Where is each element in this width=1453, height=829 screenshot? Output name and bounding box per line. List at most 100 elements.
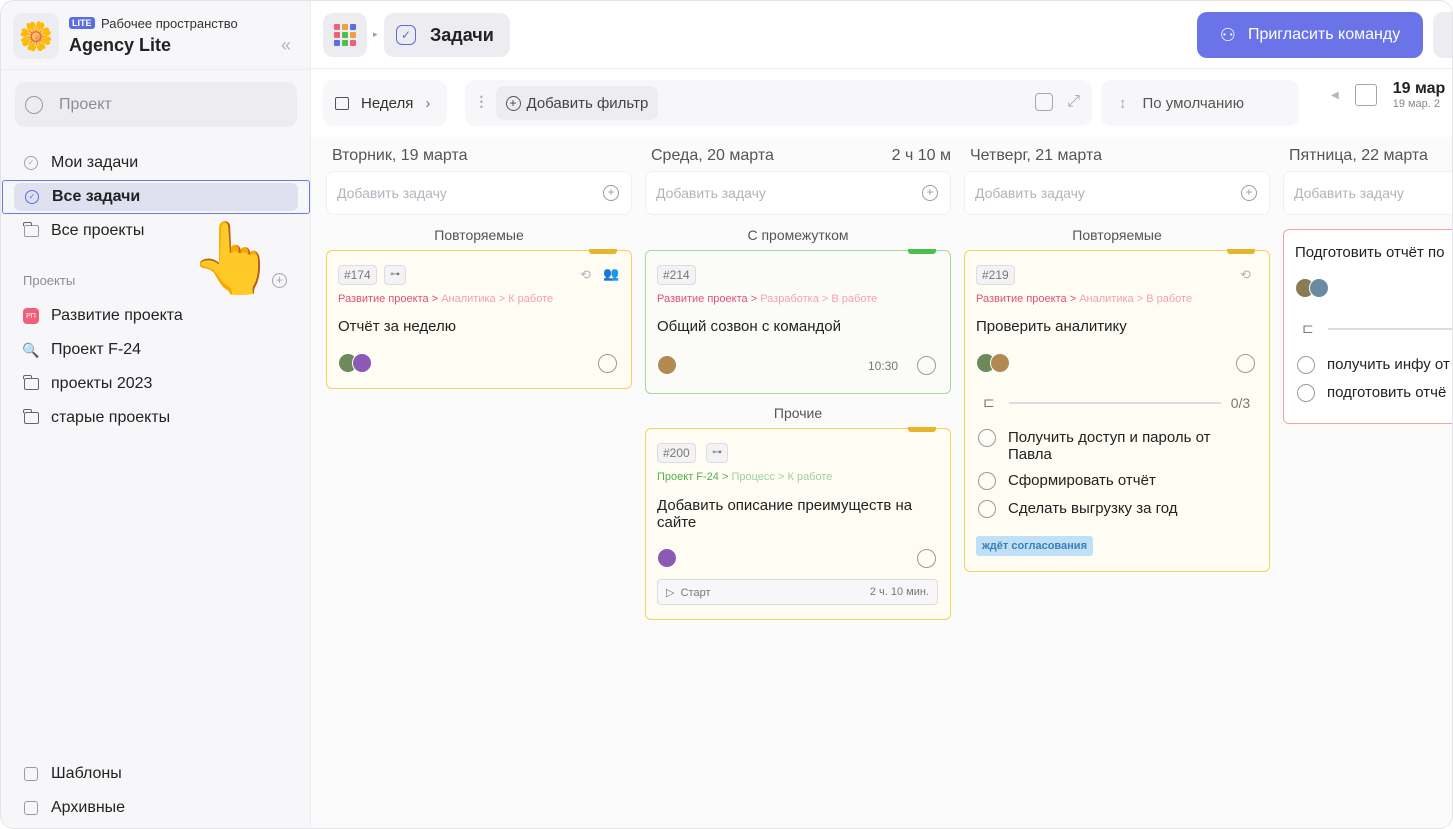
subtask-item[interactable]: Сделать выгрузку за год (978, 500, 1178, 518)
sidebar-item-archive[interactable]: Архивные (1, 791, 311, 825)
workspace-subtitle: Рабочее пространство (101, 16, 238, 31)
apps-grid-cell (342, 24, 348, 30)
priority-flag (908, 427, 936, 432)
complete-task-checkbox[interactable] (598, 354, 617, 373)
subtask-label: получить инфу от (1327, 356, 1450, 373)
projects-list: РП Развитие проекта 🔍 Проект F-24 проект… (1, 299, 311, 435)
complete-task-checkbox[interactable] (917, 549, 936, 568)
subtask-item[interactable]: получить инфу от (1297, 356, 1450, 374)
task-breadcrumb: Развитие проекта > Разработка > В работе (657, 293, 878, 305)
priority-flag (589, 249, 617, 254)
sidebar-item-my-tasks[interactable]: ✓ Мои задачи (1, 146, 311, 180)
task-card[interactable]: #214 Развитие проекта > Разработка > В р… (645, 249, 951, 394)
sidebar-item-templates[interactable]: Шаблоны (1, 757, 311, 791)
repeat-icon: ⟲ (1240, 267, 1251, 282)
lite-badge: LITE (69, 17, 95, 29)
subtask-item[interactable]: подготовить отчё (1297, 384, 1446, 402)
project-badge-icon: РП (23, 308, 39, 324)
crumb-status: В работе (1146, 293, 1193, 305)
task-card[interactable]: #219 ⟲ Развитие проекта > Аналитика > В … (964, 249, 1270, 572)
relation-icon[interactable]: ⊶ (384, 265, 406, 285)
sidebar-divider (1, 69, 311, 70)
task-breadcrumb: Проект F-24 > Процесс > К работе (657, 471, 833, 483)
projects-heading: Проекты (23, 273, 76, 288)
subtask-checkbox[interactable] (1297, 384, 1315, 402)
checkbox-icon: ✓ (396, 25, 416, 45)
day-title: Пятница, 22 марта (1289, 147, 1428, 164)
plus-circle-icon[interactable]: + (922, 185, 938, 201)
sidebar-project-item[interactable]: проекты 2023 (1, 367, 311, 401)
day-title: Четверг, 21 марта (970, 147, 1102, 164)
crumb-project: Проект F-24 (657, 471, 719, 483)
subtask-progress: ⊏ (1302, 320, 1452, 337)
task-breadcrumb: Развитие проекта > Аналитика > В работе (976, 293, 1193, 305)
extra-top-button[interactable] (1433, 12, 1452, 58)
task-title: Подготовить отчёт по (1295, 244, 1445, 261)
timer-start-button[interactable]: ▷ Старт 2 ч. 10 мин. (657, 579, 938, 605)
complete-task-checkbox[interactable] (1236, 354, 1255, 373)
sidebar-project-item[interactable]: 🔍 Проект F-24 (1, 333, 311, 367)
add-task-input[interactable]: Добавить задачу + (645, 171, 951, 215)
subtask-item[interactable]: Получить доступ и пароль от Павла (978, 429, 1238, 463)
plus-circle-icon[interactable]: + (603, 185, 619, 201)
collapse-sidebar-icon[interactable]: « (281, 35, 291, 56)
sidebar-item-all-tasks[interactable]: ✓ Все задачи (2, 180, 310, 214)
add-task-input[interactable]: Добавить задачу + (326, 171, 632, 215)
task-title: Добавить описание преимуществ на сайте (657, 497, 913, 531)
relation-icon[interactable]: ⊶ (706, 443, 728, 463)
sort-label: По умолчанию (1142, 94, 1244, 112)
search-icon (25, 95, 43, 114)
add-filter-button[interactable]: + Добавить фильтр (495, 86, 659, 120)
day-duration: 2 ч 10 м (891, 147, 951, 164)
add-task-input[interactable]: Добавить задачу (1283, 171, 1452, 215)
expand-icon[interactable]: ⤢ (1067, 93, 1080, 111)
subtask-checkbox[interactable] (978, 429, 996, 447)
day-header: Пятница, 22 марта (1289, 147, 1452, 165)
task-card[interactable]: #174 ⊶ ⟲ 👥 Развитие проекта > Аналитика … (326, 249, 632, 389)
task-title: Общий созвон с командой (657, 318, 841, 335)
task-title: Отчёт за неделю (338, 318, 457, 335)
plus-circle-icon[interactable]: + (1241, 185, 1257, 201)
view-label: Неделя (361, 94, 414, 112)
assignees (338, 353, 372, 373)
add-task-input[interactable]: Добавить задачу + (964, 171, 1270, 215)
view-selector[interactable]: Неделя › (323, 80, 447, 126)
project-search[interactable] (15, 82, 297, 127)
crumb-board: Процесс (731, 471, 775, 483)
sliders-icon[interactable]: ⫶ (479, 93, 484, 114)
subtask-progress: ⊏ 0/3 (983, 394, 1250, 411)
save-icon[interactable] (1035, 93, 1054, 111)
sidebar-project-item[interactable]: РП Развитие проекта (1, 299, 311, 333)
invite-team-label: Пригласить команду (1247, 26, 1401, 43)
subtask-checkbox[interactable] (978, 472, 996, 490)
add-filter-label: Добавить фильтр (526, 94, 649, 112)
workspace-switcher[interactable]: 🌼 LITE Рабочее пространство Agency Lite … (13, 13, 303, 61)
subtask-label: Сделать выгрузку за год (1008, 500, 1178, 517)
filter-actions: ⤢ (1035, 93, 1080, 111)
subtask-item[interactable]: Сформировать отчёт (978, 472, 1156, 490)
toolbar: Неделя › ⫶ + Добавить фильтр ⤢ ↕ По умол… (311, 69, 1452, 137)
apps-button[interactable] (323, 13, 367, 57)
magnifier-icon: 🔍 (22, 341, 40, 358)
avatar (352, 353, 372, 373)
apps-grid-cell (350, 40, 356, 46)
sidebar-project-item[interactable]: старые проекты (1, 401, 311, 435)
breadcrumb-tasks[interactable]: ✓ Задачи (384, 13, 510, 57)
previous-date-icon[interactable]: ◀ (1331, 90, 1339, 101)
subtask-checkbox[interactable] (1297, 356, 1315, 374)
task-card[interactable]: Подготовить отчёт по ⊏ получить инфу от … (1283, 229, 1452, 424)
crumb-status: В работе (831, 293, 878, 305)
subtasks-icon: ⊏ (983, 394, 995, 410)
progress-bar (1008, 401, 1221, 404)
complete-task-checkbox[interactable] (917, 356, 936, 375)
sidebar-item-label: старые проекты (51, 409, 171, 426)
task-card[interactable]: #200 ⊶ Проект F-24 > Процесс > К работе … (645, 427, 951, 620)
project-search-input[interactable] (59, 95, 279, 114)
crumb-board: Разработка (760, 293, 819, 305)
week-board: Вторник, 19 марта Добавить задачу + Повт… (311, 137, 1452, 828)
sort-selector[interactable]: ↕ По умолчанию (1101, 80, 1299, 126)
subtask-checkbox[interactable] (978, 500, 996, 518)
calendar-icon[interactable] (1354, 84, 1377, 106)
invite-team-button[interactable]: ⚇ Пригласить команду (1197, 12, 1423, 58)
date-display[interactable]: 19 мар 19 мар. 2 (1393, 80, 1446, 110)
